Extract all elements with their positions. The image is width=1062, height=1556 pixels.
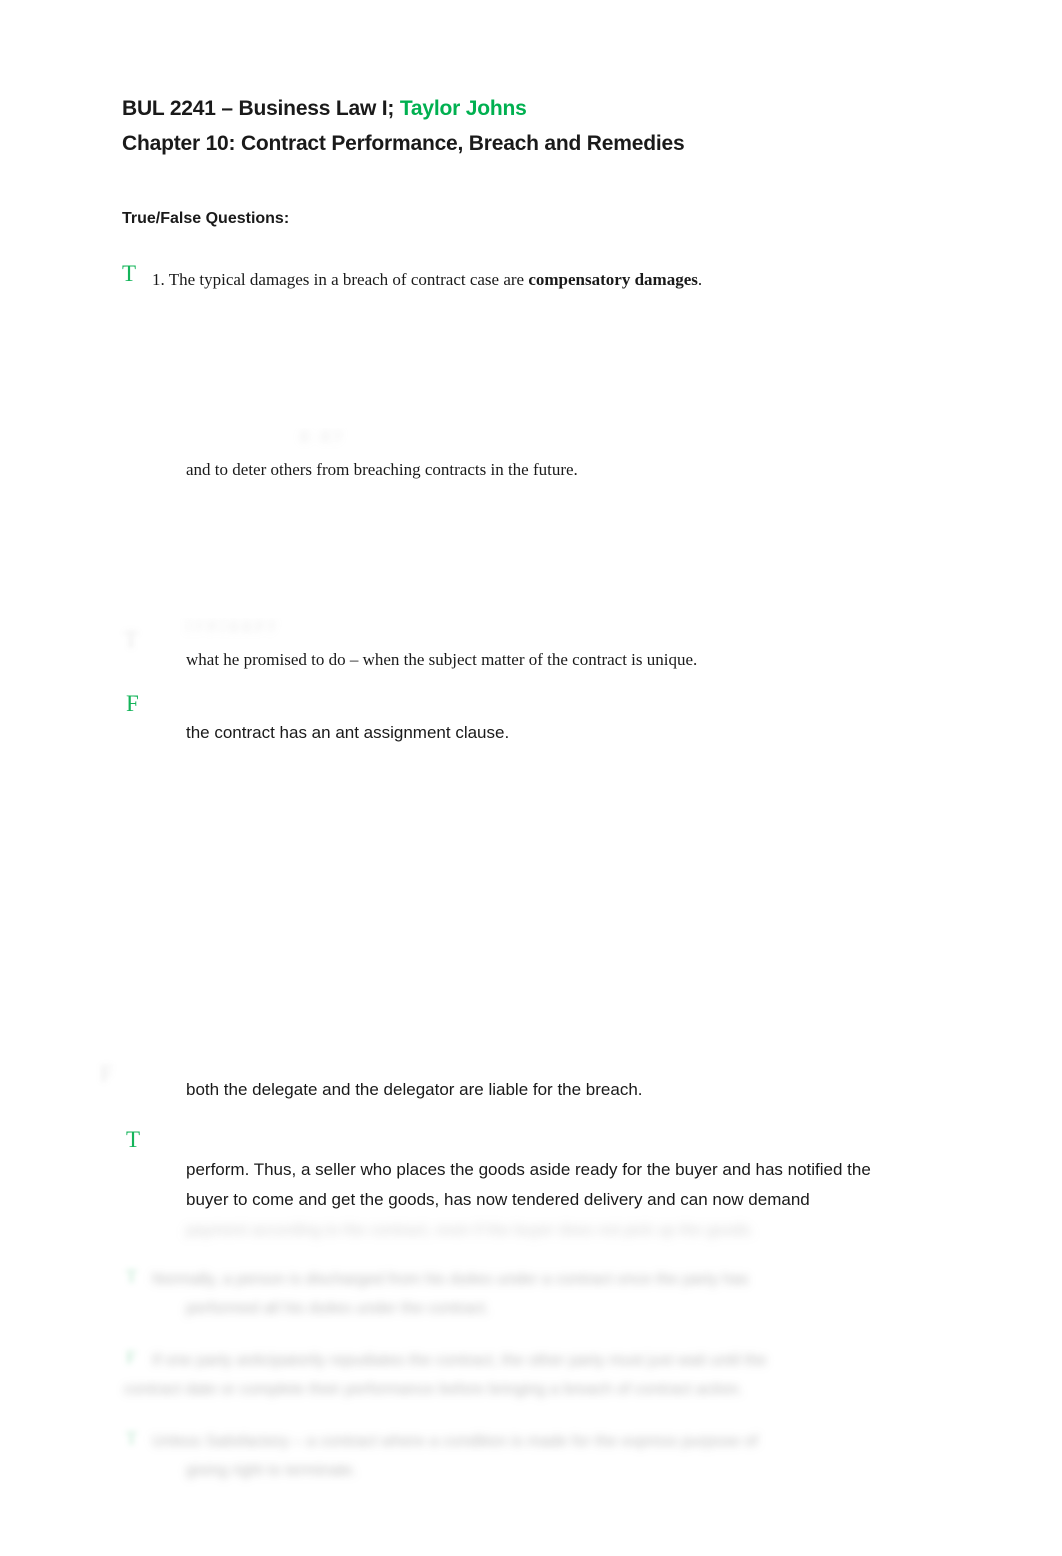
question-4-visible-line: the contract has an ant assignment claus… xyxy=(186,723,510,742)
document-page: BUL 2241 – Business Law I; Taylor Johns … xyxy=(0,0,1062,1556)
document-title-line-1: BUL 2241 – Business Law I; Taylor Johns xyxy=(122,97,527,121)
question-3-visible-line: what he promised to do – when the subjec… xyxy=(186,650,698,669)
answer-marker-q8-blurred: F xyxy=(126,1347,137,1367)
question-6-visible-line-2: buyer to come and get the goods, has now… xyxy=(186,1190,810,1209)
answer-marker-q4: F xyxy=(126,691,139,716)
occluder-block-3 xyxy=(110,748,1000,1060)
obscured-question-7-line-2: performed all his duties under the contr… xyxy=(186,1300,490,1317)
answer-marker-q9-blurred: T xyxy=(126,1428,137,1448)
question-1-period: . xyxy=(697,270,703,289)
obscured-question-8-line-2: contract date or complete their performa… xyxy=(124,1381,744,1398)
document-title-line-2: Chapter 10: Contract Performance, Breach… xyxy=(122,132,685,155)
answer-marker-q6: T xyxy=(126,1127,141,1152)
section-heading-true-false: True/False Questions: xyxy=(122,210,290,227)
course-title: BUL 2241 – Business Law I; xyxy=(122,97,400,120)
occluder-block-2 xyxy=(110,500,1000,618)
obscured-question-9-line-2: giving right to terminate. xyxy=(186,1462,357,1479)
obscured-question-7-line-1: Normally, a person is discharged from hi… xyxy=(152,1271,749,1288)
answer-marker-q1: T xyxy=(122,261,137,286)
question-1-text: 1. The typical damages in a breach of co… xyxy=(152,265,702,295)
answer-marker-q5-ghost: F xyxy=(100,1061,113,1086)
instructor-name: Taylor Johns xyxy=(399,97,527,120)
question-1-body: The typical damages in a breach of contr… xyxy=(168,270,529,289)
question-2-visible-line: and to deter others from breaching contr… xyxy=(186,460,578,479)
answer-marker-q3-ghost: T xyxy=(124,627,139,652)
question-6-obscured-line-3: payment according to the contract, even … xyxy=(186,1222,755,1239)
occluder-block-1 xyxy=(110,336,1000,428)
question-6-visible-line-1: perform. Thus, a seller who places the g… xyxy=(186,1160,871,1179)
question-1-emphasis: compensatory damages xyxy=(528,270,698,289)
question-5-visible-line: both the delegate and the delegator are … xyxy=(186,1080,643,1099)
answer-marker-q7-blurred: T xyxy=(126,1266,137,1286)
question-1-number: 1. xyxy=(152,270,165,289)
obscured-question-9-line-1: Unless Satisfactory – a contract where a… xyxy=(152,1433,758,1450)
obscured-question-8-line-1: If one party anticipatorily repudiates t… xyxy=(152,1352,767,1369)
